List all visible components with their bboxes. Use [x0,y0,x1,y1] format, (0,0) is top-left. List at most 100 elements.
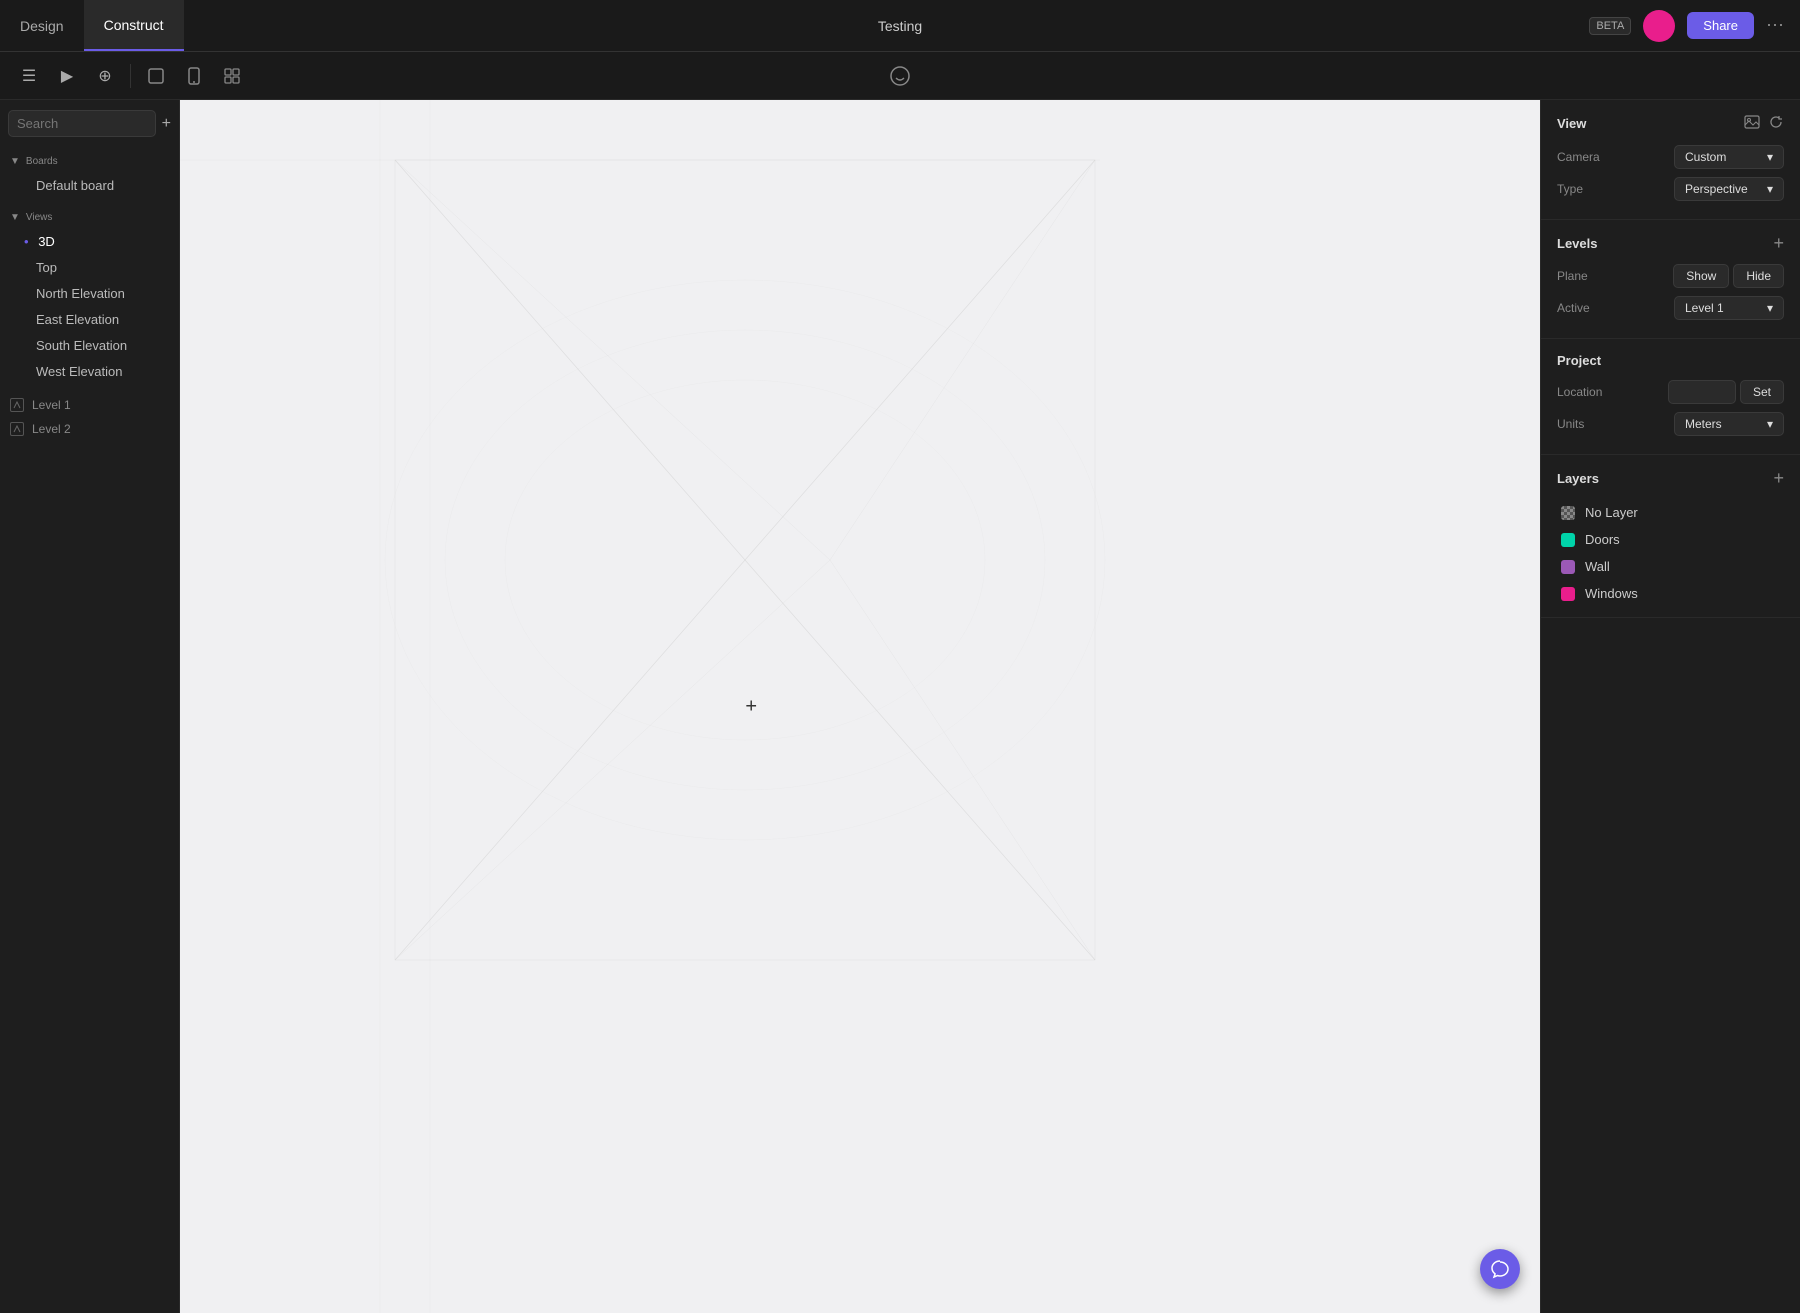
right-panel: View [1540,100,1800,1313]
sidebar-item-west-elevation[interactable]: West Elevation [4,359,175,384]
tab-design[interactable]: Design [0,0,84,51]
units-label: Units [1557,417,1584,431]
type-label: Type [1557,182,1583,196]
windows-layer-label: Windows [1585,586,1638,601]
chat-bubble[interactable] [1480,1249,1520,1289]
levels-section-header: Levels + [1557,234,1784,252]
grid-icon[interactable] [215,59,249,93]
type-dropdown[interactable]: Perspective ▾ [1674,177,1784,201]
levels-section-title: Levels [1557,236,1597,251]
canvas-lines-svg [180,100,1540,1313]
layer-no-layer[interactable]: No Layer [1557,499,1784,526]
toolbar-divider-1 [130,64,131,88]
top-bar-right: BETA Share ⋯ [1589,10,1800,42]
sidebar-item-north-elevation[interactable]: North Elevation [4,281,175,306]
level-1-icon [10,398,24,412]
add-level-button[interactable]: + [1773,234,1784,252]
sidebar: + ▼ Boards Default board ▼ Views 3D Top [0,100,180,1313]
active-chevron-icon: ▾ [1767,301,1773,315]
top-bar: Design Construct Testing BETA Share ⋯ [0,0,1800,52]
search-input[interactable] [8,110,156,137]
views-collapse-icon: ▼ [10,212,20,223]
active-level-dropdown[interactable]: Level 1 ▾ [1674,296,1784,320]
camera-row: Camera Custom ▾ [1557,145,1784,169]
comment-icon[interactable] [883,59,917,93]
active-label: Active [1557,301,1590,315]
units-row: Units Meters ▾ [1557,412,1784,436]
dots-icon[interactable]: ⋯ [1766,15,1784,36]
sidebar-item-3d[interactable]: 3D [4,229,175,254]
hide-button[interactable]: Hide [1733,264,1784,288]
add-layer-button[interactable]: + [1773,469,1784,487]
location-row: Location Set [1557,380,1784,404]
doors-layer-color [1561,533,1575,547]
layer-doors[interactable]: Doors [1557,526,1784,553]
play-icon[interactable]: ▶ [50,59,84,93]
phone-icon[interactable] [177,59,211,93]
toolbar-center [883,59,917,93]
views-label: Views [26,212,53,223]
project-title: Testing [878,18,922,34]
project-section-header: Project [1557,353,1784,368]
no-layer-color [1561,506,1575,520]
show-button[interactable]: Show [1673,264,1729,288]
levels-section: Level 1 Level 2 [0,389,179,445]
tab-construct[interactable]: Construct [84,0,184,51]
sidebar-item-top[interactable]: Top [4,255,175,280]
project-section: Project Location Set Units Meters ▾ [1541,339,1800,455]
sidebar-level-1[interactable]: Level 1 [0,393,179,417]
layers-section: Layers + No Layer Doors Wall Windows [1541,455,1800,618]
location-input[interactable] [1668,380,1736,404]
views-section: ▼ Views 3D Top North Elevation East Elev… [0,203,179,389]
chevron-down-icon: ▾ [1767,150,1773,164]
avatar [1643,10,1675,42]
no-layer-label: No Layer [1585,505,1638,520]
board-icon[interactable] [139,59,173,93]
image-icon[interactable] [1744,114,1760,133]
wall-layer-label: Wall [1585,559,1610,574]
layers-section-header: Layers + [1557,469,1784,487]
type-row: Type Perspective ▾ [1557,177,1784,201]
plane-label: Plane [1557,269,1588,283]
active-row: Active Level 1 ▾ [1557,296,1784,320]
views-header[interactable]: ▼ Views [0,207,179,228]
plane-btn-group: Show Hide [1673,264,1784,288]
camera-label: Camera [1557,150,1600,164]
set-location-button[interactable]: Set [1740,380,1784,404]
tab-group: Design Construct [0,0,184,51]
refresh-icon[interactable] [1768,114,1784,133]
levels-section: Levels + Plane Show Hide Active Level 1 … [1541,220,1800,339]
layers-section-title: Layers [1557,471,1599,486]
units-chevron-icon: ▾ [1767,417,1773,431]
level-2-icon [10,422,24,436]
project-section-title: Project [1557,353,1601,368]
location-label: Location [1557,385,1602,399]
type-chevron-icon: ▾ [1767,182,1773,196]
sidebar-level-2[interactable]: Level 2 [0,417,179,441]
menu-icon[interactable]: ☰ [12,59,46,93]
add-search-icon[interactable]: + [162,115,171,133]
units-dropdown[interactable]: Meters ▾ [1674,412,1784,436]
wall-layer-color [1561,560,1575,574]
layer-windows[interactable]: Windows [1557,580,1784,607]
plane-row: Plane Show Hide [1557,264,1784,288]
sidebar-item-south-elevation[interactable]: South Elevation [4,333,175,358]
view-section-icons [1744,114,1784,133]
camera-dropdown[interactable]: Custom ▾ [1674,145,1784,169]
share-button[interactable]: Share [1687,12,1754,39]
boards-collapse-icon: ▼ [10,156,20,167]
layer-wall[interactable]: Wall [1557,553,1784,580]
sidebar-search-area: + [8,110,171,137]
toolbar: ☰ ▶ ⊕ [0,52,1800,100]
add-icon[interactable]: ⊕ [88,59,122,93]
sidebar-item-default-board[interactable]: Default board [4,173,175,198]
boards-label: Boards [26,156,58,167]
view-section: View [1541,100,1800,220]
beta-badge: BETA [1589,17,1631,35]
boards-header[interactable]: ▼ Boards [0,151,179,172]
canvas-crosshair: + [745,695,757,718]
canvas-area[interactable]: + [180,100,1540,1313]
view-section-title: View [1557,116,1586,131]
view-section-header: View [1557,114,1784,133]
sidebar-item-east-elevation[interactable]: East Elevation [4,307,175,332]
